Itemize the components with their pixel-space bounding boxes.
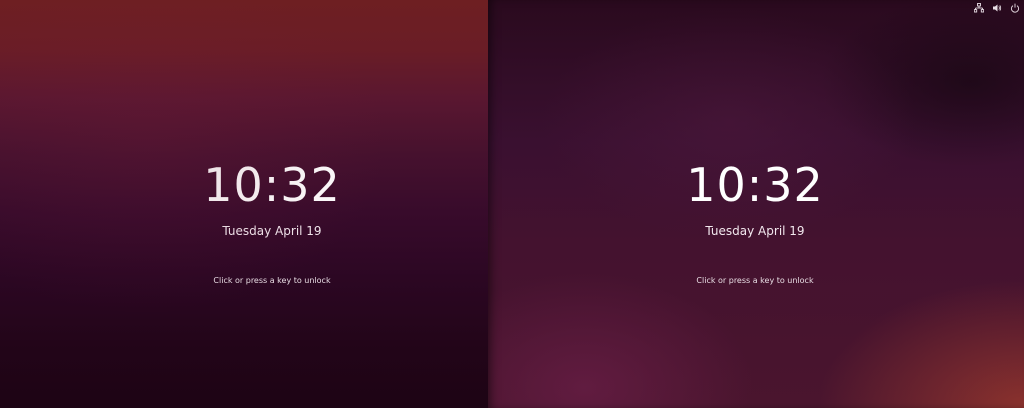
right-monitor-lock-screen[interactable]: 10:32 Tuesday April 19 Click or press a … bbox=[488, 0, 1024, 408]
clock-date: Tuesday April 19 bbox=[222, 224, 322, 238]
unlock-hint: Click or press a key to unlock bbox=[696, 276, 814, 285]
lock-screen-overlay[interactable]: 10:32 Tuesday April 19 Click or press a … bbox=[488, 0, 1024, 408]
network-wired-icon[interactable] bbox=[974, 3, 984, 13]
clock-date: Tuesday April 19 bbox=[705, 224, 805, 238]
dual-monitor-lock-screen: 10:32 Tuesday April 19 Click or press a … bbox=[0, 0, 1024, 408]
lock-screen-overlay[interactable]: 10:32 Tuesday April 19 Click or press a … bbox=[0, 0, 488, 408]
clock-time: 10:32 bbox=[203, 158, 341, 212]
unlock-hint: Click or press a key to unlock bbox=[213, 276, 331, 285]
left-monitor-lock-screen[interactable]: 10:32 Tuesday April 19 Click or press a … bbox=[0, 0, 488, 408]
power-icon[interactable] bbox=[1010, 3, 1020, 13]
system-tray bbox=[974, 2, 1020, 14]
volume-icon[interactable] bbox=[992, 3, 1002, 13]
clock-time: 10:32 bbox=[686, 158, 824, 212]
